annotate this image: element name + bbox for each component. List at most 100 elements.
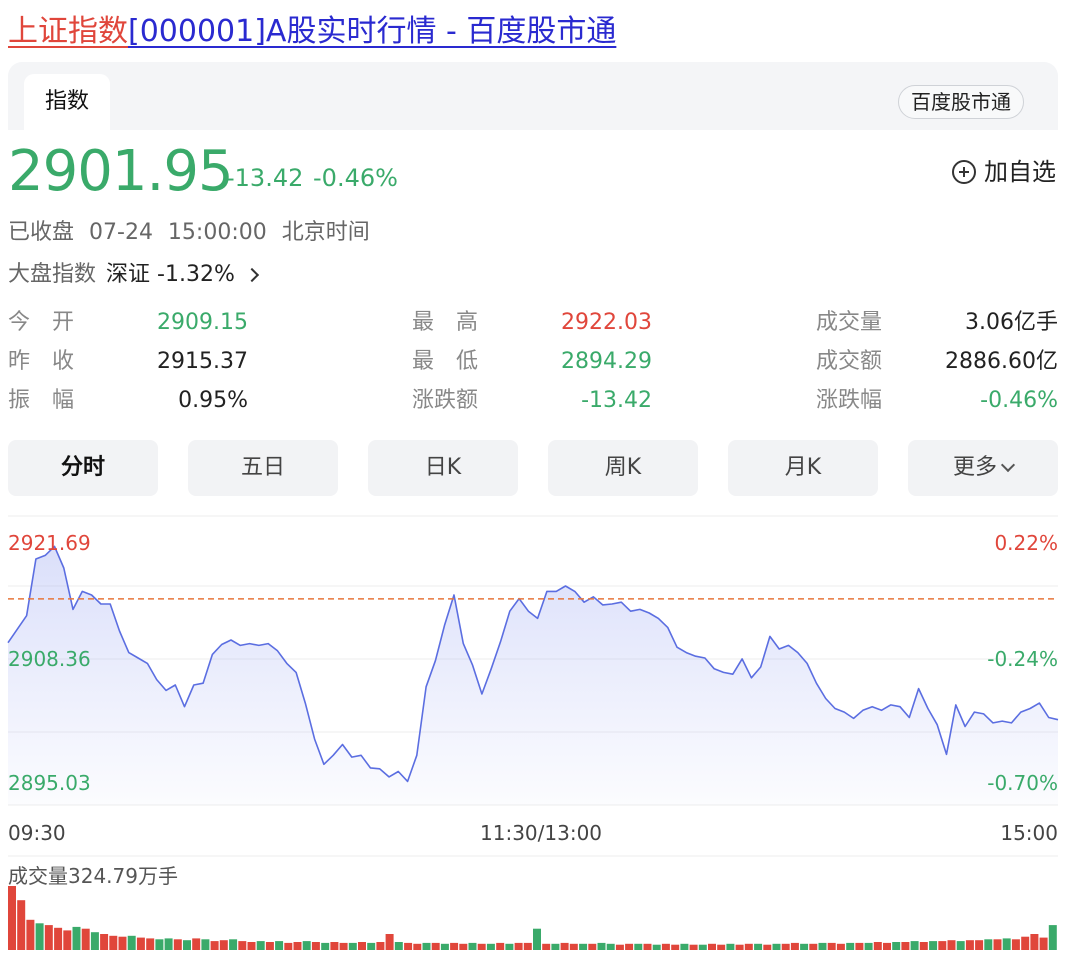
volume-bar (634, 944, 642, 950)
volume-bar (303, 941, 311, 950)
volume-bar (865, 943, 873, 950)
volume-bar (119, 937, 127, 950)
current-price: 2901.95 (8, 140, 233, 204)
volume-bar (275, 941, 283, 950)
volume-bar (948, 940, 956, 950)
volume-bar (690, 945, 698, 950)
volume-bar (653, 945, 661, 950)
volume-bar (929, 941, 937, 950)
y-tick-left-bottom: 2895.03 (8, 771, 91, 795)
volume-bar (874, 942, 882, 950)
volume-bar (155, 939, 163, 950)
volume-bar (404, 943, 412, 950)
volume-bar (800, 944, 808, 950)
stat-value: 2915.37 (157, 347, 248, 377)
volume-bar (45, 925, 53, 950)
volume-bar (312, 942, 320, 950)
volume-bar (726, 944, 734, 950)
volume-bar (607, 944, 615, 950)
chevron-down-icon (1001, 458, 1015, 472)
stat-value: 2922.03 (561, 308, 652, 338)
volume-bar (349, 943, 357, 950)
volume-bar (745, 944, 753, 950)
stat-label: 昨 收 (8, 347, 74, 377)
volume-label: 成交量324.79万手 (8, 864, 178, 888)
market-label: 大盘指数 (8, 260, 96, 290)
volume-bar (321, 943, 329, 950)
period-tab-daily[interactable]: 日K (368, 440, 518, 496)
volume-bar (588, 944, 596, 950)
volume-bar (984, 939, 992, 950)
volume-bar (625, 944, 633, 950)
volume-bar (1040, 938, 1048, 950)
change-value: -13.42 (226, 164, 303, 192)
volume-bar (883, 943, 891, 950)
tab-bar: 指数 百度股市通 (8, 62, 1058, 130)
volume-bar (1021, 937, 1029, 950)
volume-bar (644, 944, 652, 950)
period-tab-more[interactable]: 更多 (908, 440, 1058, 496)
volume-bar (773, 944, 781, 950)
volume-bar (73, 927, 81, 950)
volume-bar (1049, 925, 1057, 950)
quote-datetime: 07-24 15:00:00 (89, 220, 267, 245)
page-title-link[interactable]: [000001]A股实时行情 - 百度股市通 (128, 14, 616, 49)
y-tick-right-top: 0.22% (994, 531, 1058, 555)
volume-bar (938, 941, 946, 950)
volume-bar (100, 934, 108, 950)
period-tab-weekly[interactable]: 周K (548, 440, 698, 496)
index-name-link[interactable]: 上证指数 (8, 14, 128, 49)
add-watchlist-label: 加自选 (984, 154, 1056, 190)
intraday-chart[interactable]: 2921.69 2908.36 2895.03 0.22% -0.24% -0.… (0, 500, 1080, 954)
stat-label: 涨跌幅 (816, 386, 882, 416)
y-tick-left-mid: 2908.36 (8, 647, 91, 671)
tab-index[interactable]: 指数 (24, 74, 110, 130)
volume-bar (386, 934, 394, 950)
period-tabs: 分时 五日 日K 周K 月K 更多 (8, 440, 1058, 496)
volume-bar (855, 943, 863, 950)
price-change: -13.42 -0.46% (226, 162, 398, 194)
volume-bar (128, 936, 136, 950)
period-tab-monthly[interactable]: 月K (728, 440, 878, 496)
stat-value: 2909.15 (157, 308, 248, 338)
volume-bar (330, 942, 338, 950)
volume-bar (680, 944, 688, 950)
volume-bar (82, 929, 90, 950)
volume-bar (708, 944, 716, 950)
stat-value: 0.95% (178, 386, 248, 416)
volume-bar (63, 930, 71, 950)
volume-bar (515, 943, 523, 950)
volume-bar (36, 923, 44, 950)
volume-bar (284, 943, 292, 950)
x-tick-close: 15:00 (1000, 821, 1058, 845)
volume-bar (496, 943, 504, 950)
volume-bar (763, 945, 771, 950)
volume-bar (192, 938, 200, 950)
volume-bar (165, 938, 173, 950)
volume-bar (294, 942, 302, 950)
x-tick-open: 09:30 (8, 821, 66, 845)
stat-value: 2886.60亿 (945, 347, 1058, 377)
add-watchlist-button[interactable]: 加自选 (952, 154, 1056, 190)
volume-bar (957, 941, 965, 950)
page-title: 上证指数[000001]A股实时行情 - 百度股市通 (8, 10, 616, 54)
y-tick-right-mid: -0.24% (987, 647, 1058, 671)
volume-bar (561, 943, 569, 950)
volume-bar (17, 900, 25, 950)
x-tick-midday: 11:30/13:00 (480, 821, 602, 845)
volume-bar (1030, 934, 1038, 950)
volume-bar (248, 942, 256, 950)
source-badge[interactable]: 百度股市通 (898, 85, 1024, 119)
volume-bar (340, 943, 348, 950)
volume-bar (478, 944, 486, 950)
volume-bar (54, 928, 62, 950)
volume-bar (220, 940, 228, 950)
volume-bar (892, 942, 900, 950)
period-tab-intraday[interactable]: 分时 (8, 440, 158, 496)
volume-bar (26, 920, 34, 950)
related-index-link[interactable]: 大盘指数 深证 -1.32% (8, 260, 257, 290)
period-tab-5day[interactable]: 五日 (188, 440, 338, 496)
stat-value: -0.46% (980, 386, 1058, 416)
volume-bar (616, 945, 624, 950)
volume-bar (846, 943, 854, 950)
